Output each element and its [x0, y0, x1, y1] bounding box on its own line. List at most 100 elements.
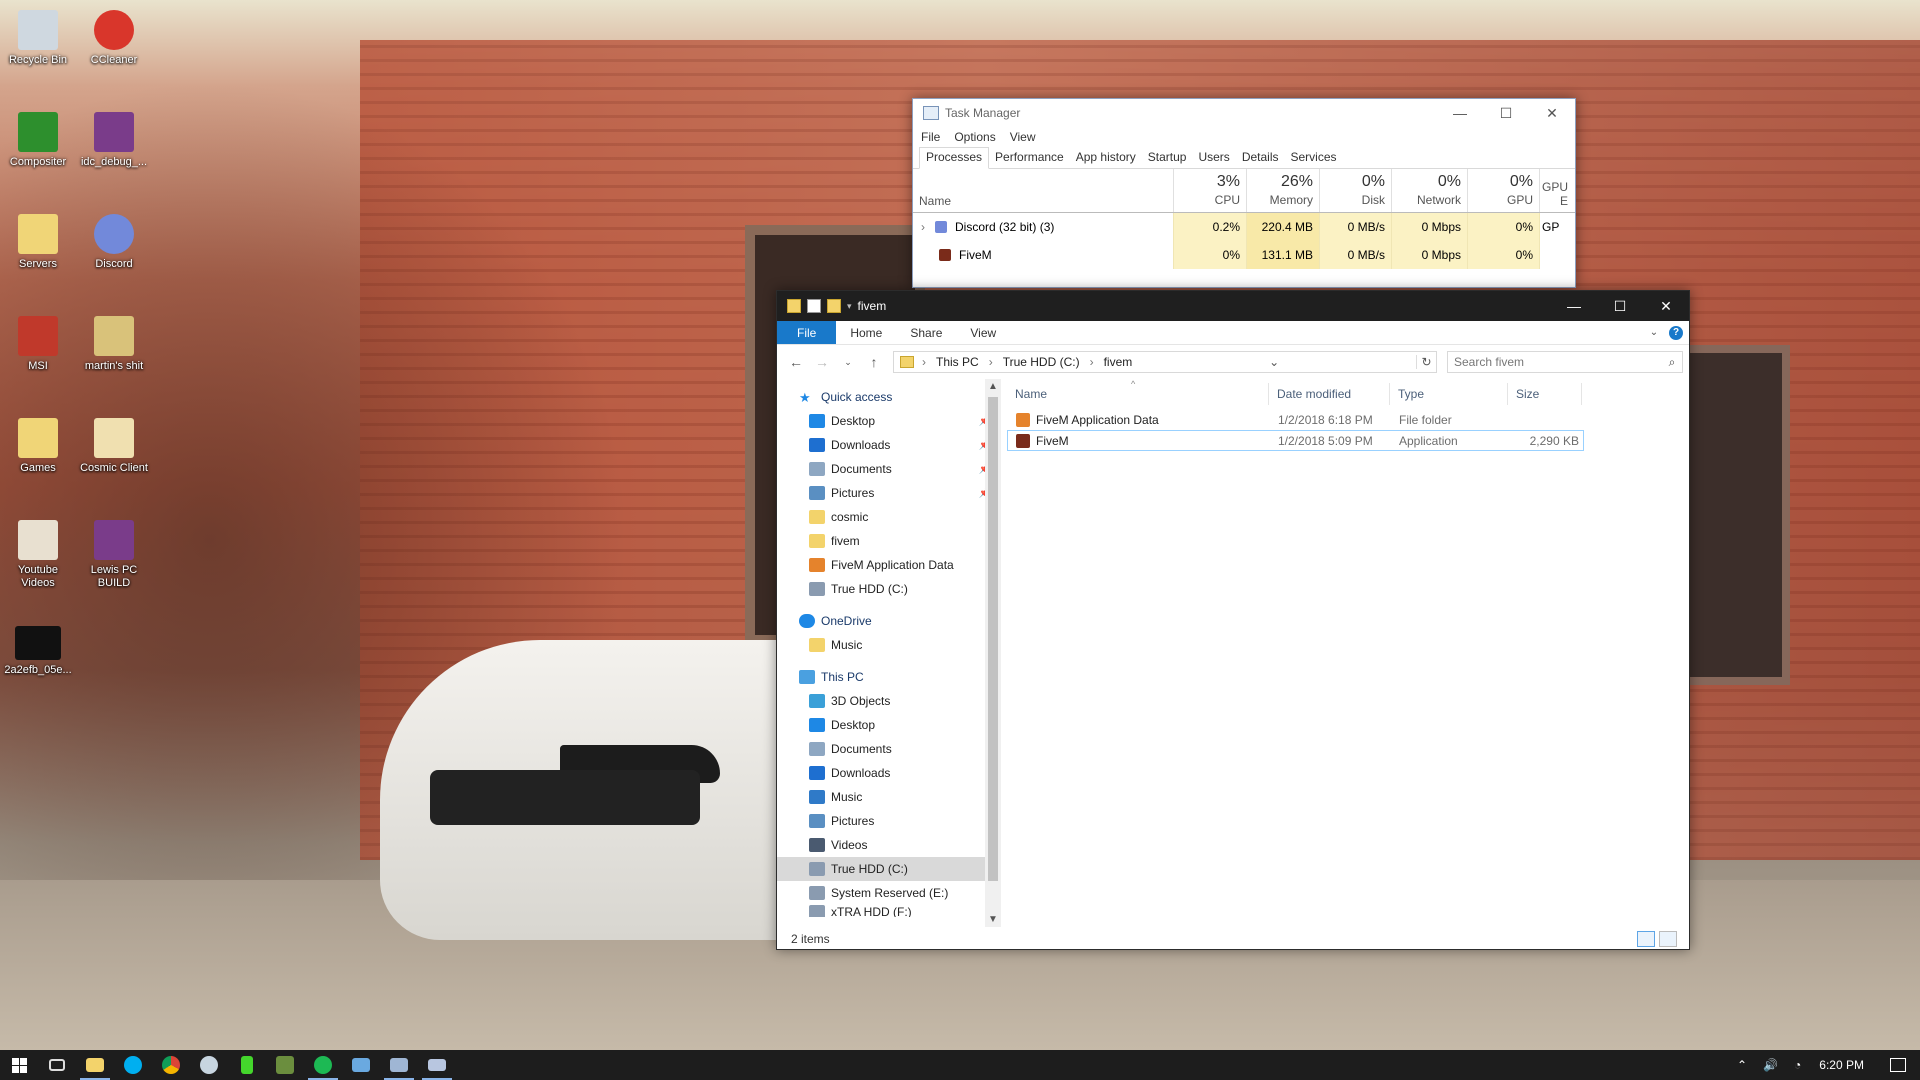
close-button[interactable]: ✕: [1529, 99, 1575, 127]
column-gpu-engine[interactable]: GPU E: [1539, 169, 1568, 212]
address-dropdown-chevron-icon[interactable]: ⌄: [1269, 355, 1279, 369]
desktop-icon[interactable]: 2a2efb_05e...: [0, 620, 76, 677]
desktop-icon[interactable]: MSI: [0, 310, 76, 373]
start-button[interactable]: [0, 1050, 38, 1080]
nav-item[interactable]: Downloads: [777, 761, 1001, 785]
back-arrow-icon[interactable]: ←: [783, 354, 809, 370]
breadcrumb-folder[interactable]: fivem: [1104, 355, 1133, 369]
properties-icon[interactable]: [807, 299, 821, 313]
tab-users[interactable]: Users: [1192, 150, 1235, 168]
desktop-icon[interactable]: martin's shit: [76, 310, 152, 373]
column-type[interactable]: Type: [1390, 383, 1508, 405]
scrollbar-thumb[interactable]: [988, 397, 998, 881]
search-icon[interactable]: ⌕: [1662, 355, 1682, 370]
nav-onedrive[interactable]: OneDrive: [777, 609, 1001, 633]
desktop-icon[interactable]: Youtube Videos: [0, 514, 76, 590]
close-button[interactable]: ✕: [1643, 292, 1689, 320]
taskbar-app-window[interactable]: [342, 1050, 380, 1080]
scroll-down-icon[interactable]: ▼: [985, 914, 1001, 925]
new-folder-icon[interactable]: [827, 299, 841, 313]
column-name[interactable]: Name: [913, 169, 1173, 212]
column-gpu[interactable]: 0% GPU: [1467, 169, 1539, 212]
taskbar-remote-window[interactable]: [418, 1050, 456, 1080]
column-size[interactable]: Size: [1508, 383, 1582, 405]
nav-item[interactable]: Pictures: [777, 809, 1001, 833]
maximize-button[interactable]: ☐: [1483, 99, 1529, 127]
breadcrumb-drive[interactable]: True HDD (C:): [1003, 355, 1080, 369]
desktop-icon[interactable]: Compositer: [0, 106, 76, 169]
nav-item[interactable]: xTRA HDD (F:): [777, 905, 1001, 917]
action-center-icon[interactable]: [1890, 1058, 1906, 1072]
taskbar-steam[interactable]: [190, 1050, 228, 1080]
up-arrow-icon[interactable]: ↑: [861, 354, 887, 370]
column-date-modified[interactable]: Date modified: [1269, 383, 1390, 405]
task-view-button[interactable]: [38, 1050, 76, 1080]
column-cpu[interactable]: 3% CPU: [1173, 169, 1246, 212]
desktop-icon[interactable]: idc_debug_...: [76, 106, 152, 169]
tab-startup[interactable]: Startup: [1142, 150, 1193, 168]
taskbar-task-manager[interactable]: [380, 1050, 418, 1080]
forward-arrow-icon[interactable]: →: [809, 354, 835, 370]
nav-item[interactable]: Documents: [777, 737, 1001, 761]
nav-item[interactable]: System Reserved (E:): [777, 881, 1001, 905]
nav-this-pc[interactable]: This PC: [777, 665, 1001, 689]
column-network[interactable]: 0% Network: [1391, 169, 1467, 212]
scroll-up-icon[interactable]: ▲: [985, 381, 1001, 392]
nav-item[interactable]: Music: [777, 785, 1001, 809]
desktop-icon[interactable]: Cosmic Client: [76, 412, 152, 475]
taskbar-minecraft[interactable]: [266, 1050, 304, 1080]
file-row[interactable]: FiveM Application Data 1/2/2018 6:18 PM …: [1007, 409, 1584, 430]
taskbar-spotify[interactable]: [304, 1050, 342, 1080]
clock[interactable]: 6:20 PM: [1819, 1058, 1864, 1072]
table-row[interactable]: FiveM 0% 131.1 MB 0 MB/s 0 Mbps 0%: [913, 241, 1575, 269]
desktop-icon[interactable]: Discord: [76, 208, 152, 271]
explorer-titlebar[interactable]: ▾ fivem — ☐ ✕: [777, 291, 1689, 321]
minimize-button[interactable]: —: [1551, 292, 1597, 320]
large-icons-view-icon[interactable]: [1659, 931, 1677, 947]
nav-item[interactable]: True HDD (C:): [777, 577, 1001, 601]
help-icon[interactable]: ?: [1669, 325, 1683, 340]
nav-item[interactable]: FiveM Application Data: [777, 553, 1001, 577]
recent-locations-chevron-icon[interactable]: ⌄: [835, 357, 861, 368]
ribbon-tab-share[interactable]: Share: [896, 321, 956, 344]
nav-item[interactable]: Desktop📌: [777, 409, 1001, 433]
breadcrumb-this-pc[interactable]: This PC: [936, 355, 979, 369]
tab-services[interactable]: Services: [1285, 150, 1343, 168]
nav-item[interactable]: 3D Objects: [777, 689, 1001, 713]
ribbon-tab-file[interactable]: File: [777, 321, 837, 344]
desktop-icon[interactable]: Recycle Bin: [0, 4, 76, 67]
nav-item[interactable]: fivem: [777, 529, 1001, 553]
desktop-icon[interactable]: CCleaner: [76, 4, 152, 67]
nav-quick-access[interactable]: ★ Quick access: [777, 385, 1001, 409]
ribbon-tab-home[interactable]: Home: [836, 321, 896, 344]
menu-file[interactable]: File: [921, 130, 940, 144]
menu-options[interactable]: Options: [954, 130, 995, 144]
network-icon[interactable]: ◔: [1794, 1058, 1801, 1072]
task-manager-titlebar[interactable]: Task Manager — ☐ ✕: [913, 99, 1575, 127]
tab-processes[interactable]: Processes: [919, 147, 990, 169]
expand-ribbon-chevron-icon[interactable]: ⌄: [1647, 326, 1661, 340]
taskbar-chrome[interactable]: [152, 1050, 190, 1080]
nav-item[interactable]: Documents📌: [777, 457, 1001, 481]
tab-performance[interactable]: Performance: [989, 150, 1070, 168]
refresh-icon[interactable]: ↻: [1416, 355, 1436, 369]
desktop-icon[interactable]: Servers: [0, 208, 76, 271]
column-disk[interactable]: 0% Disk: [1319, 169, 1391, 212]
breadcrumb-separator-icon[interactable]: ›: [922, 355, 926, 369]
chevron-down-icon[interactable]: ▾: [847, 301, 852, 312]
nav-item[interactable]: cosmic: [777, 505, 1001, 529]
nav-scrollbar[interactable]: ▲ ▼: [985, 379, 1001, 927]
ribbon-tab-view[interactable]: View: [956, 321, 1010, 344]
breadcrumb-separator-icon[interactable]: ›: [1090, 355, 1094, 369]
taskbar-skype[interactable]: [114, 1050, 152, 1080]
nav-item-selected[interactable]: True HDD (C:): [777, 857, 1001, 881]
menu-view[interactable]: View: [1010, 130, 1036, 144]
address-bar[interactable]: › This PC › True HDD (C:) › fivem ⌄ ↻: [893, 351, 1437, 373]
show-hidden-icons-chevron-icon[interactable]: ⌃: [1737, 1058, 1747, 1072]
nav-item[interactable]: Downloads📌: [777, 433, 1001, 457]
search-input[interactable]: Search fivem ⌕: [1447, 351, 1683, 373]
nav-item[interactable]: Pictures📌: [777, 481, 1001, 505]
desktop-icon[interactable]: Lewis PC BUILD: [76, 514, 152, 590]
nav-item[interactable]: Music: [777, 633, 1001, 657]
column-memory[interactable]: 26% Memory: [1246, 169, 1319, 212]
